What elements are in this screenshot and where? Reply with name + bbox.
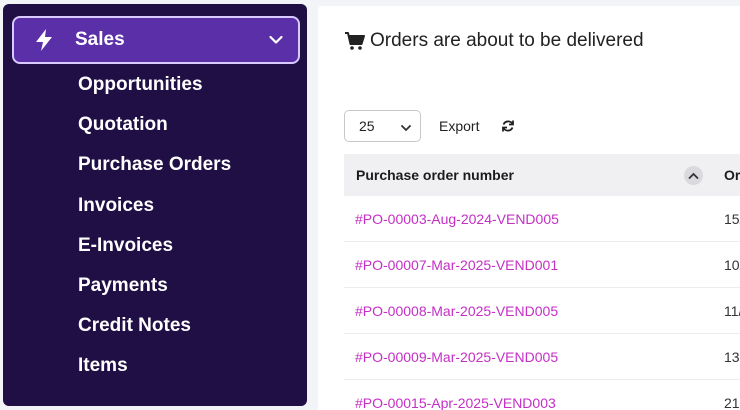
page-size-select[interactable]: 25 bbox=[344, 110, 421, 142]
table-toolbar: 25 Export bbox=[344, 110, 515, 142]
main-panel: Orders are about to be delivered 25 Expo… bbox=[318, 6, 740, 410]
export-button[interactable]: Export bbox=[439, 118, 479, 134]
page-title-text: Orders are about to be delivered bbox=[370, 30, 644, 51]
table-header: Purchase order number Or bbox=[344, 154, 740, 196]
po-number-link[interactable]: #PO-00007-Mar-2025-VEND001 bbox=[355, 257, 558, 273]
sidebar-item-payments[interactable]: Payments bbox=[78, 269, 231, 309]
sidebar-menu: Opportunities Quotation Purchase Orders … bbox=[78, 68, 231, 390]
table-row: #PO-00009-Mar-2025-VEND005 13 bbox=[344, 334, 740, 380]
sidebar-section-label: Sales bbox=[75, 29, 125, 50]
sidebar-item-purchase-orders[interactable]: Purchase Orders bbox=[78, 148, 231, 188]
chevron-up-icon[interactable] bbox=[684, 166, 703, 185]
po-number-link[interactable]: #PO-00003-Aug-2024-VEND005 bbox=[355, 211, 559, 227]
table-row: #PO-00015-Apr-2025-VEND003 21 bbox=[344, 380, 740, 410]
chevron-down-icon bbox=[400, 121, 412, 133]
sidebar-item-e-invoices[interactable]: E-Invoices bbox=[78, 229, 231, 269]
refresh-icon[interactable] bbox=[501, 119, 515, 133]
order-date-cell: 13 bbox=[724, 348, 740, 365]
column-header-order-date[interactable]: Or bbox=[724, 167, 740, 183]
shopping-cart-icon bbox=[344, 30, 366, 52]
sidebar-item-items[interactable]: Items bbox=[78, 349, 231, 389]
sidebar-item-credit-notes[interactable]: Credit Notes bbox=[78, 309, 231, 349]
sidebar-section-sales[interactable]: Sales bbox=[12, 16, 300, 64]
column-header-po-number[interactable]: Purchase order number bbox=[356, 167, 514, 183]
order-date-cell: 10/ bbox=[724, 256, 740, 273]
order-date-cell: 11/ bbox=[724, 302, 740, 319]
table-row: #PO-00007-Mar-2025-VEND001 10/ bbox=[344, 242, 740, 288]
sidebar: Sales Opportunities Quotation Purchase O… bbox=[3, 4, 307, 406]
sidebar-item-opportunities[interactable]: Opportunities bbox=[78, 68, 231, 108]
table-row: #PO-00008-Mar-2025-VEND005 11/ bbox=[344, 288, 740, 334]
lightning-bolt-icon bbox=[32, 28, 56, 52]
po-number-link[interactable]: #PO-00009-Mar-2025-VEND005 bbox=[355, 349, 558, 365]
chevron-down-icon[interactable] bbox=[268, 32, 284, 48]
order-date-cell: 15/ bbox=[724, 210, 740, 227]
sidebar-item-invoices[interactable]: Invoices bbox=[78, 189, 231, 229]
page-title: Orders are about to be delivered bbox=[344, 30, 644, 52]
po-number-link[interactable]: #PO-00015-Apr-2025-VEND003 bbox=[355, 395, 556, 410]
po-number-link[interactable]: #PO-00008-Mar-2025-VEND005 bbox=[355, 303, 558, 319]
sidebar-item-quotation[interactable]: Quotation bbox=[78, 108, 231, 148]
table-row: #PO-00003-Aug-2024-VEND005 15/ bbox=[344, 196, 740, 242]
order-date-cell: 21 bbox=[724, 394, 740, 410]
page-size-value: 25 bbox=[359, 118, 375, 134]
